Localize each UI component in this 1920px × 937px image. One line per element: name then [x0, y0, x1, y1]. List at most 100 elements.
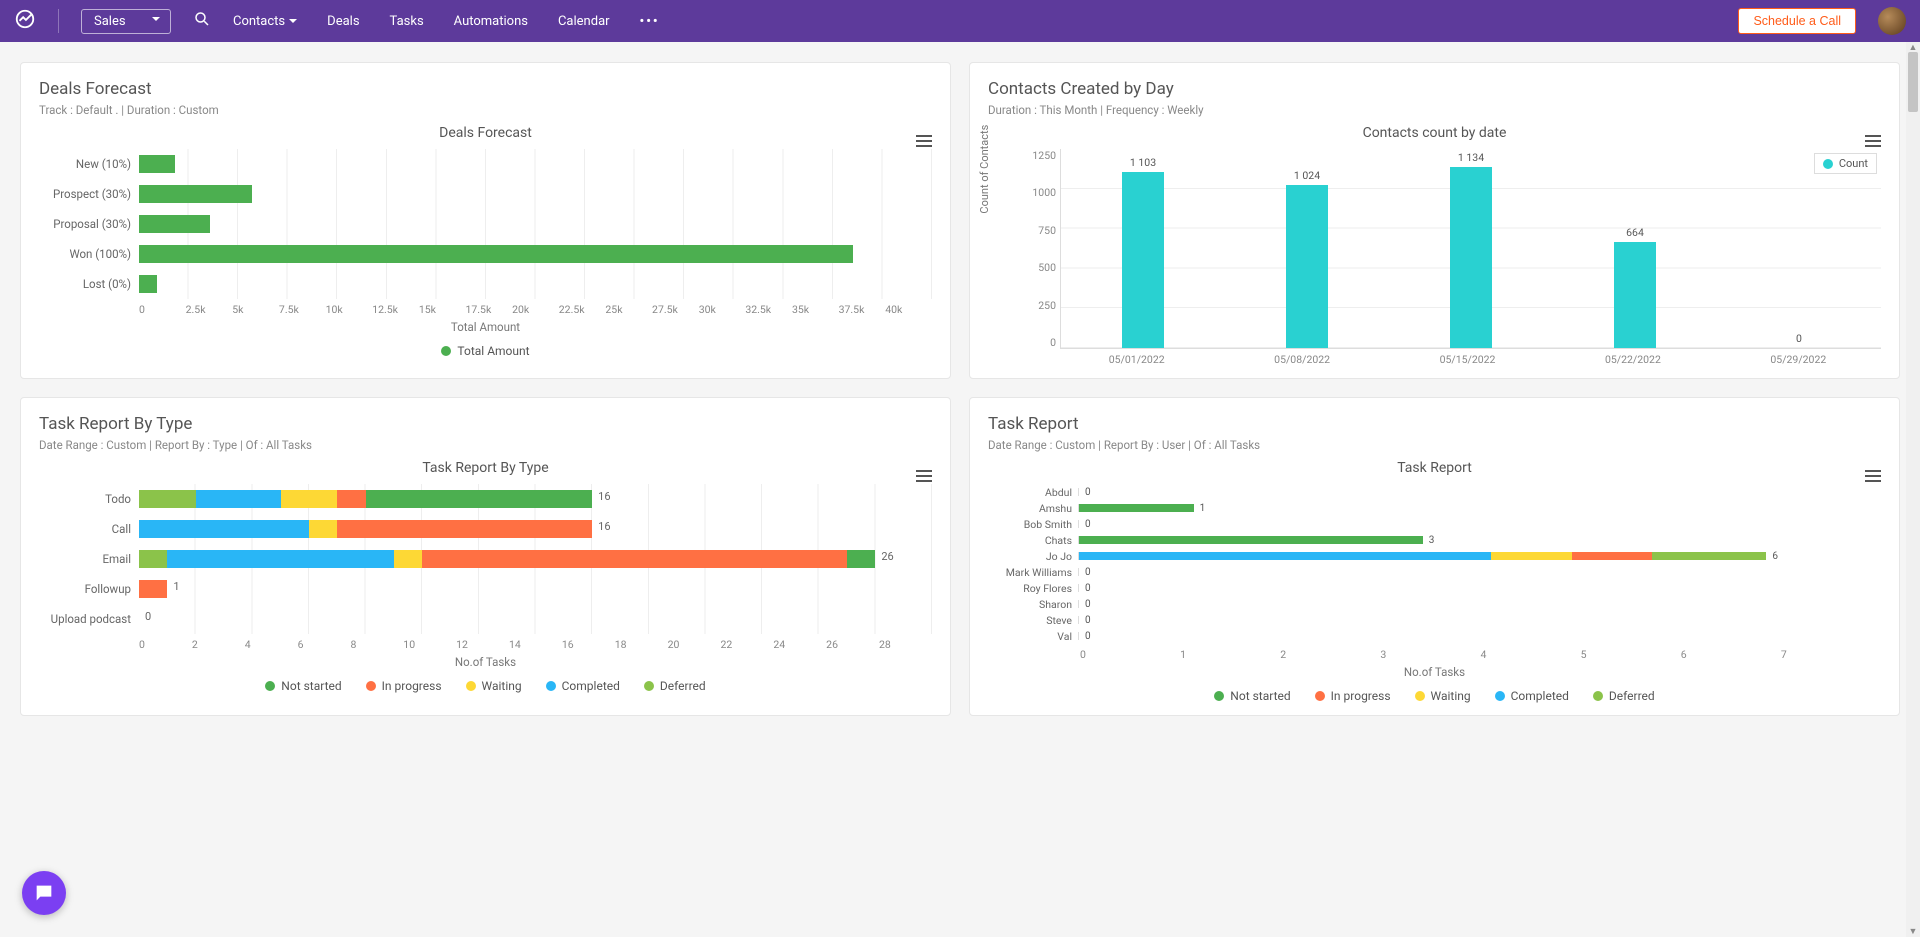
hamburger-menu-icon[interactable] [916, 470, 932, 482]
xtick: 16 [562, 638, 615, 651]
bar-area [139, 179, 932, 209]
xtick: 4 [245, 638, 298, 651]
bar-segment [1079, 536, 1423, 544]
nav-calendar[interactable]: Calendar [558, 14, 610, 29]
legend-item: Completed [1495, 689, 1569, 703]
legend-item: Not started [1214, 689, 1290, 703]
contacts-chart: 125010007505002500 Count 1 1031 0241 134… [1020, 149, 1881, 349]
xtick: 20 [668, 638, 721, 651]
scrollbar[interactable]: ▲ ▼ [1906, 42, 1920, 937]
bar-row: Mark Williams0 [988, 564, 1881, 580]
tasktype-xaxis: 0246810121416182022242628 [139, 638, 932, 651]
bar-label: Mark Williams [988, 566, 1078, 579]
xtick: 05/15/2022 [1385, 349, 1550, 366]
card-title: Task Report [988, 414, 1881, 434]
bar-area: 26 [139, 544, 932, 574]
bar-stack: 16 [139, 490, 592, 508]
bar-area: 0 [1078, 632, 1881, 640]
card-subtitle: Date Range : Custom | Report By : User |… [988, 438, 1881, 452]
bar-value: 1 134 [1458, 151, 1484, 164]
bar-label: New (10%) [39, 157, 139, 171]
separator [58, 9, 59, 33]
bar-label: Sharon [988, 598, 1078, 611]
legend-dot-icon [644, 681, 654, 691]
ytick: 500 [1020, 261, 1056, 274]
scrollbar-down-icon[interactable]: ▼ [1906, 926, 1920, 937]
bar-column: 1 134 [1389, 149, 1553, 348]
schedule-call-button[interactable]: Schedule a Call [1738, 8, 1856, 34]
bar-segment [167, 550, 394, 568]
bar-label: Amshu [988, 502, 1078, 515]
taskuser-xaxis: 01234567 [1080, 648, 1881, 661]
bar-label: Call [39, 522, 139, 536]
xtick: 05/29/2022 [1716, 349, 1881, 366]
bar-value: 1 [173, 580, 179, 593]
nav-deals[interactable]: Deals [327, 14, 359, 29]
bar-row: Prospect (30%) [39, 179, 932, 209]
xtick: 05/22/2022 [1550, 349, 1715, 366]
hamburger-menu-icon[interactable] [1865, 135, 1881, 147]
legend-dot-icon [1315, 691, 1325, 701]
chat-fab[interactable] [22, 871, 66, 915]
legend-label: Count [1839, 157, 1868, 170]
bar-row: Lost (0%) [39, 269, 932, 299]
bar-row: Todo16 [39, 484, 932, 514]
bar-segment [337, 520, 592, 538]
logo-icon[interactable] [14, 8, 36, 34]
bar-label: Roy Flores [988, 582, 1078, 595]
nav-contacts[interactable]: Contacts [233, 14, 297, 29]
xtick: 12 [456, 638, 509, 651]
bar-row: Chats3 [988, 532, 1881, 548]
ytick: 750 [1020, 224, 1056, 237]
bar-area [139, 239, 932, 269]
nav-automations[interactable]: Automations [454, 14, 528, 29]
xtick: 26 [826, 638, 879, 651]
card-task-report-type: Task Report By Type Date Range : Custom … [20, 397, 951, 716]
bar-segment [196, 490, 281, 508]
bar-stack: 26 [139, 550, 875, 568]
bar-label: Lost (0%) [39, 277, 139, 291]
search-icon[interactable] [193, 10, 211, 32]
xtick: 05/08/2022 [1219, 349, 1384, 366]
bar: 1 024 [1286, 185, 1328, 348]
bar-value: 0 [145, 610, 151, 623]
legend-label: Completed [562, 679, 620, 693]
hamburger-menu-icon[interactable] [1865, 470, 1881, 482]
card-subtitle: Duration : This Month | Frequency : Week… [988, 103, 1881, 117]
bar: 1 134 [1450, 167, 1492, 348]
bar-label: Abdul [988, 486, 1078, 499]
legend-item: Deferred [644, 679, 706, 693]
bar-row: Steve0 [988, 612, 1881, 628]
bar-segment [847, 550, 875, 568]
xtick: 8 [350, 638, 403, 651]
legend-dot-icon [1823, 159, 1833, 169]
nav-label: Contacts [233, 14, 285, 29]
nav-more-icon[interactable]: ••• [640, 14, 660, 29]
bar-area: 6 [1078, 552, 1881, 560]
xtick: 2 [192, 638, 245, 651]
bar-row: Abdul0 [988, 484, 1881, 500]
bar-segment [1491, 552, 1571, 560]
bar-row: Proposal (30%) [39, 209, 932, 239]
xtick: 17.5k [465, 303, 512, 316]
xtick: 5k [232, 303, 279, 316]
legend-dot-icon [1593, 691, 1603, 701]
nav-label: Calendar [558, 14, 610, 29]
bar-segment [139, 490, 196, 508]
bar-column: 1 103 [1061, 149, 1225, 348]
xtick: 3 [1380, 648, 1480, 661]
bar-segment [1079, 552, 1491, 560]
xtick: 6 [1681, 648, 1781, 661]
hamburger-menu-icon[interactable] [916, 135, 932, 147]
bar-row: Sharon0 [988, 596, 1881, 612]
nav-tasks[interactable]: Tasks [390, 14, 424, 29]
bar-stack [1079, 552, 1766, 560]
deals-xaxis: 02.5k5k7.5k10k12.5k15k17.5k20k22.5k25k27… [139, 303, 932, 316]
view-select[interactable]: Sales [81, 9, 171, 34]
bar-row: Jo Jo6 [988, 548, 1881, 564]
bar-value: 1 024 [1294, 169, 1320, 182]
scrollbar-thumb[interactable] [1908, 52, 1918, 112]
bar-column: 1 024 [1225, 149, 1389, 348]
avatar[interactable] [1878, 7, 1906, 35]
deals-chart: New (10%)Prospect (30%)Proposal (30%)Won… [39, 149, 932, 299]
